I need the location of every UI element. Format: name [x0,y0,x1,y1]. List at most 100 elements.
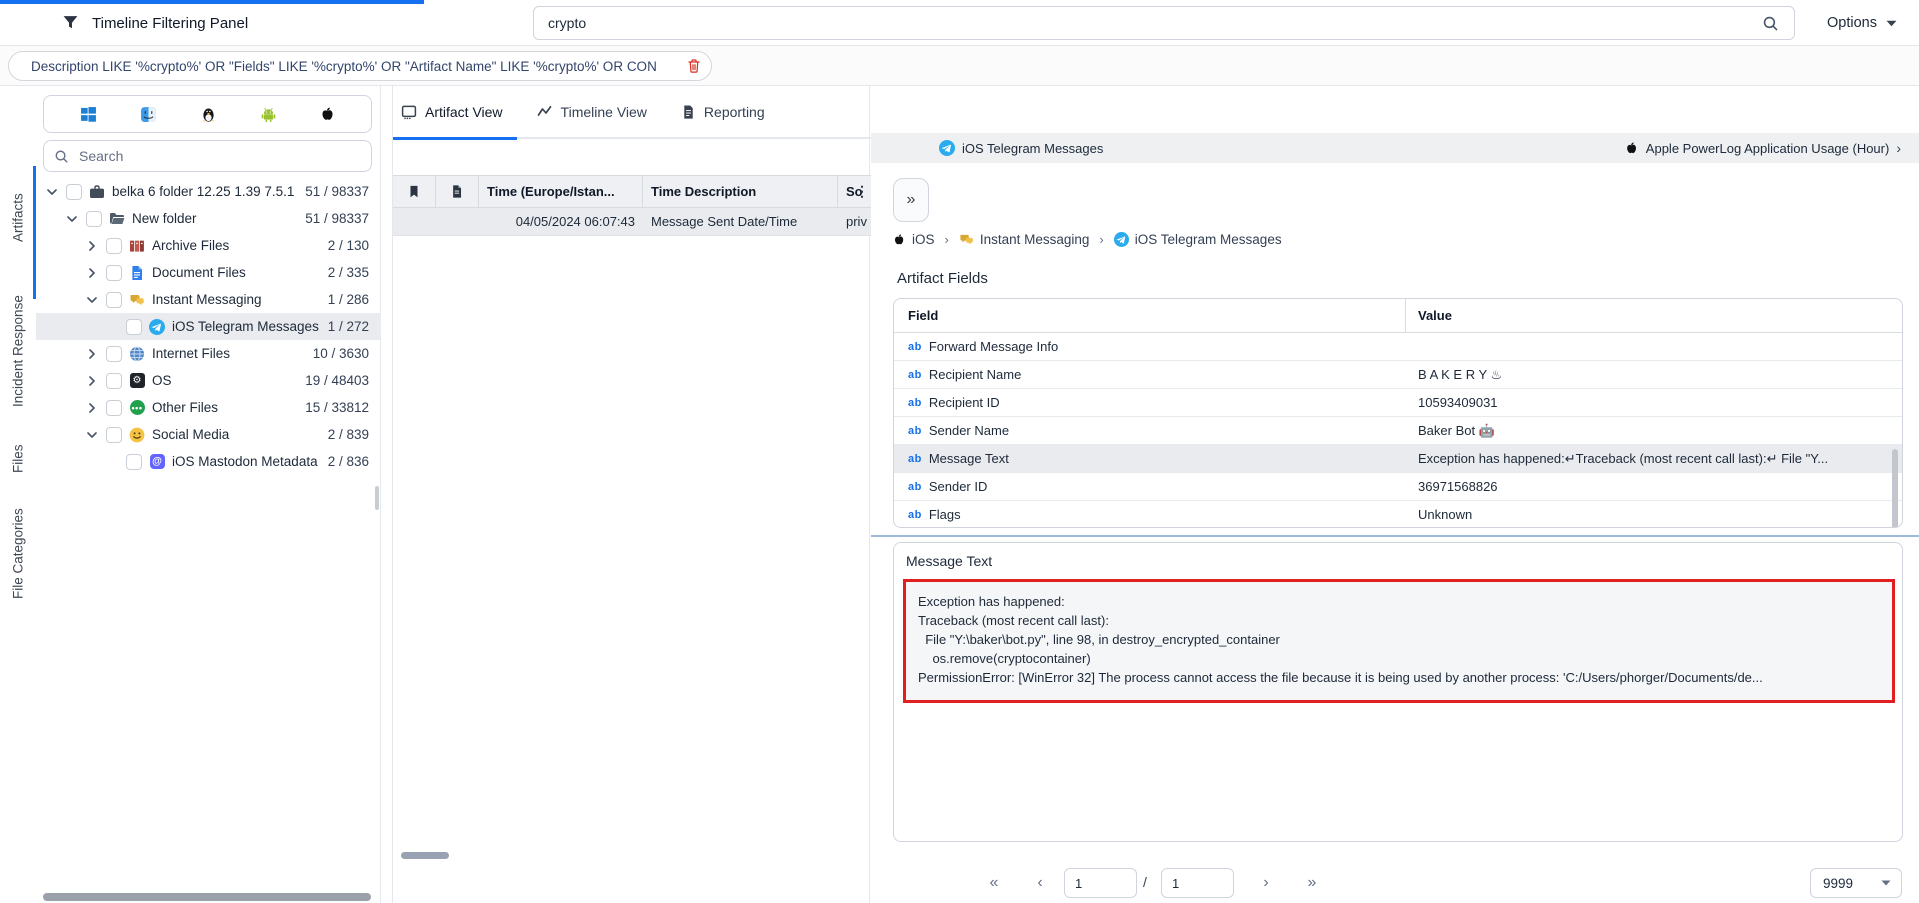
page-size-select[interactable]: 9999 [1810,868,1902,898]
collapse-chevron-icon[interactable] [44,184,60,200]
breadcrumb-artifact[interactable]: iOS Telegram Messages [1114,232,1282,247]
breadcrumb-category[interactable]: Instant Messaging [959,232,1090,247]
next-artifact-link[interactable]: Apple PowerLog Application Usage (Hour) … [1625,140,1901,156]
field-row-message-text[interactable]: abMessage Text Exception has happened:↵T… [894,445,1902,473]
tree-horizontal-scrollbar[interactable] [43,893,371,901]
briefcase-icon [88,184,106,200]
collapse-chevron-icon[interactable] [84,292,100,308]
bookmark-icon [407,184,421,199]
search-icon[interactable] [1762,15,1779,32]
next-page-button[interactable]: › [1251,868,1281,898]
tab-reporting[interactable]: Reporting [681,85,765,138]
expand-chevron-icon[interactable] [84,373,100,389]
tree-item-case-root[interactable]: belka 6 folder 12.25 1.39 7.5.1 51 / 983… [36,178,381,205]
checkbox[interactable] [126,319,142,335]
options-dropdown[interactable]: Options [1819,6,1905,40]
source-column-header[interactable]: So ⋮ [838,176,871,207]
filter-chip[interactable]: Description LIKE '%crypto%' OR "Fields" … [8,51,712,81]
tree-search-box [43,140,372,172]
panel-splitter[interactable] [871,535,1919,537]
field-row-recipient-name[interactable]: abRecipient Name B A K E R Y ♨ [894,361,1902,389]
windows-icon[interactable] [80,106,97,123]
file-column-header[interactable] [436,176,479,207]
expand-chevron-icon[interactable] [84,265,100,281]
tree-search-input[interactable] [77,147,361,165]
tree-item-archive-files[interactable]: Archive Files 2 / 130 [36,232,381,259]
tree-vertical-scrollbar[interactable] [375,486,379,510]
tab-file-categories[interactable]: File Categories [0,488,36,620]
filter-funnel-icon [62,14,79,31]
checkbox[interactable] [126,454,142,470]
checkbox[interactable] [106,265,122,281]
fields-vertical-scrollbar[interactable] [1892,449,1898,528]
apple-icon [893,233,906,247]
first-page-button[interactable]: « [979,868,1009,898]
panel-title: Timeline Filtering Panel [92,0,248,46]
tab-incident-response[interactable]: Incident Response [0,271,36,431]
text-type-icon: ab [908,509,922,521]
previous-page-button[interactable]: ‹ [1025,868,1055,898]
tree-item-instant-messaging[interactable]: Instant Messaging 1 / 286 [36,286,381,313]
remove-filter-icon[interactable] [687,58,701,74]
chevron-right-icon: › [1896,140,1901,156]
android-icon[interactable] [260,106,277,123]
document-icon [128,265,146,281]
telegram-icon [939,140,955,156]
apple-icon[interactable] [320,106,336,123]
artifact-fields-title: Artifact Fields [897,270,988,287]
checkbox[interactable] [106,292,122,308]
timeline-search-input[interactable] [533,6,1795,40]
checkbox[interactable] [106,238,122,254]
tab-files[interactable]: Files [0,432,36,486]
time-description-column-header[interactable]: Time Description [643,176,838,207]
field-row-recipient-id[interactable]: abRecipient ID 10593409031 [894,389,1902,417]
total-pages-input[interactable] [1161,868,1234,898]
field-row-flags[interactable]: abFlags Unknown [894,501,1902,528]
left-tab-strip: Artifacts Incident Response Files File C… [0,86,36,903]
field-column-header[interactable]: Field [894,299,1406,332]
breadcrumb-separator: › [1099,232,1103,247]
current-artifact-link[interactable]: iOS Telegram Messages [939,140,1103,156]
field-row-forward-message-info[interactable]: abForward Message Info [894,333,1902,361]
current-page-input[interactable] [1064,868,1137,898]
checkbox[interactable] [86,211,102,227]
chat-bubbles-icon [128,292,146,308]
checkbox[interactable] [106,427,122,443]
tree-item-os[interactable]: ⚙ OS 19 / 48403 [36,367,381,394]
tree-item-ios-telegram-messages[interactable]: iOS Telegram Messages 1 / 272 [36,313,381,340]
tab-artifacts[interactable]: Artifacts [0,178,36,258]
time-column-header[interactable]: Time (Europe/Istan... [479,176,643,207]
macos-finder-icon[interactable] [140,106,157,123]
checkbox[interactable] [106,400,122,416]
tree-item-social-media[interactable]: Social Media 2 / 839 [36,421,381,448]
field-row-sender-name[interactable]: abSender Name Baker Bot 🤖 [894,417,1902,445]
expand-chevron-icon[interactable] [84,400,100,416]
checkbox[interactable] [66,184,82,200]
collapse-chevron-icon[interactable] [64,211,80,227]
tree-item-internet-files[interactable]: Internet Files 10 / 3630 [36,340,381,367]
linux-tux-icon[interactable] [200,106,217,123]
collapse-chevron-icon[interactable] [84,427,100,443]
expand-chevron-icon[interactable] [84,238,100,254]
value-column-header[interactable]: Value [1406,299,1902,332]
tree-item-ios-mastodon-metadata[interactable]: @ iOS Mastodon Metadata 2 / 836 [36,448,381,475]
collapse-detail-button[interactable]: » [893,178,929,222]
bookmark-column-header[interactable] [393,176,436,207]
expand-chevron-icon[interactable] [84,346,100,362]
tab-artifact-view[interactable]: Artifact View [401,85,503,138]
result-row-selected[interactable]: 04/05/2024 06:07:43 Message Sent Date/Ti… [393,208,871,236]
message-text-content[interactable]: Exception has happened: Traceback (most … [903,579,1895,703]
field-row-sender-id[interactable]: abSender ID 36971568826 [894,473,1902,501]
checkbox[interactable] [106,373,122,389]
message-text-title: Message Text [906,553,992,569]
column-menu-icon[interactable]: ⋮ [855,183,869,200]
text-type-icon: ab [908,341,922,353]
checkbox[interactable] [106,346,122,362]
tree-item-new-folder[interactable]: New folder 51 / 98337 [36,205,381,232]
results-horizontal-scrollbar[interactable] [401,852,449,859]
breadcrumb-os[interactable]: iOS [893,232,935,247]
tree-item-document-files[interactable]: Document Files 2 / 335 [36,259,381,286]
tab-timeline-view[interactable]: Timeline View [537,85,647,138]
last-page-button[interactable]: » [1297,868,1327,898]
tree-item-other-files[interactable]: ••• Other Files 15 / 33812 [36,394,381,421]
